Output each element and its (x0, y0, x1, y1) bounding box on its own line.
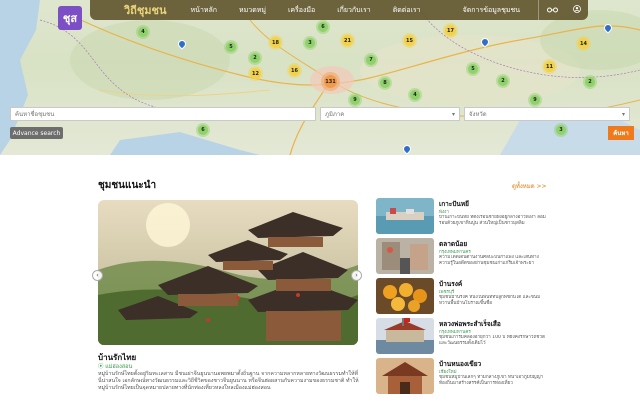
map-cluster[interactable]: 7 (366, 55, 376, 65)
map-cluster[interactable]: 9 (530, 95, 540, 105)
search-bar: ภูมิภาค ▾ จังหวัด ▾ (10, 107, 630, 121)
search-button[interactable]: ค้นหา (608, 126, 634, 140)
featured-image[interactable] (98, 200, 358, 345)
nav-link-about[interactable]: เกี่ยวกับเรา (337, 5, 370, 16)
list-item[interactable]: หลวงพ่อพระสำเร็จเสือ กรุงเทพมหานคร ชุมชน… (376, 318, 546, 354)
map-cluster[interactable]: 8 (380, 78, 390, 88)
item-province: เพชรบุรี (439, 290, 455, 295)
thumbnail (376, 198, 434, 234)
community-map[interactable]: 4 5 18 2 16 12 6 3 131 21 7 8 15 9 4 17 … (0, 0, 640, 155)
item-province: กรุงเทพมหานคร (439, 250, 471, 255)
main-navbar: วิถีชุมชน หน้าหลัก หมวดหมู่ เครื่องมือ เ… (90, 0, 588, 20)
advanced-search-button[interactable]: Advance search (10, 127, 63, 139)
map-cluster[interactable]: 16 (289, 65, 300, 76)
nav-link-categories[interactable]: หมวดหมู่ (239, 5, 266, 16)
item-description: ชุมชนบ้านรงค์ หนึ่งในพื้นที่ที่ปลูกพืชกิ… (439, 295, 541, 306)
item-description: ชุมชนหมู่บ้านเล็กๆ ท่ามกลางภูเขา ที่นำเอ… (439, 375, 544, 386)
map-cluster[interactable]: 21 (342, 35, 353, 46)
section-title: ชุมชนแนะนำ (98, 180, 157, 191)
list-item[interactable]: บ้านรงค์ เพชรบุรี ชุมชนบ้านรงค์ หนึ่งในพ… (376, 278, 546, 314)
map-cluster[interactable]: 6 (198, 125, 208, 135)
map-cluster[interactable]: 18 (270, 37, 281, 48)
item-province: เชียงใหม่ (439, 370, 457, 375)
thumbnail (376, 358, 434, 394)
nav-link-manage[interactable]: จัดการข้อมูลชุมชน (463, 5, 520, 16)
featured-province-label: แม่ฮ่องสอน (105, 364, 133, 370)
chevron-down-icon: ▾ (621, 110, 625, 118)
map-cluster[interactable]: 17 (445, 25, 456, 36)
nav-icon-group (538, 0, 588, 20)
map-cluster[interactable]: 11 (544, 61, 555, 72)
map-cluster[interactable]: 2 (250, 53, 260, 63)
item-description: บ้านเกาะปันหยี ที่ตั้งเรือนชายฝั่งอยู่กล… (439, 215, 546, 226)
nav-link-home[interactable]: หน้าหลัก (191, 5, 217, 16)
province-select[interactable]: จังหวัด ▾ (464, 107, 630, 121)
featured-description: หมู่บ้านรักษ์ไทยตั้งอยู่ริมทะเลสาบ มีชนเ… (98, 371, 359, 391)
site-logo[interactable]: ชุส (58, 6, 82, 30)
nav-link-contact[interactable]: ติดต่อเรา (393, 5, 421, 16)
map-cluster[interactable]: 4 (138, 27, 148, 37)
item-province: กรุงเทพมหานคร (439, 330, 471, 335)
glasses-icon[interactable] (546, 6, 558, 15)
chevron-left-icon: ‹ (96, 272, 99, 279)
thumbnail (376, 318, 434, 354)
item-province: พังงา (439, 210, 449, 215)
carousel-prev-button[interactable]: ‹ (92, 270, 103, 281)
region-select-label: ภูมิภาค (325, 111, 345, 118)
chevron-down-icon: ▾ (451, 110, 455, 118)
map-cluster[interactable]: 2 (585, 77, 595, 87)
map-cluster[interactable]: 3 (556, 125, 566, 135)
item-description: ชุมชนเก่าริมคลองอายุกว่า 100 ปี ที่ยังคง… (439, 335, 545, 346)
thumbnail (376, 278, 434, 314)
featured-province: ⦿ แม่ฮ่องสอน (98, 362, 132, 371)
thumbnail (376, 238, 434, 274)
map-cluster[interactable]: 2 (498, 76, 508, 86)
map-cluster[interactable]: 6 (318, 22, 328, 32)
map-cluster[interactable]: 3 (305, 38, 315, 48)
user-icon[interactable] (572, 5, 581, 15)
search-keyword-input[interactable] (10, 107, 316, 121)
carousel-next-button[interactable]: › (351, 270, 362, 281)
list-item[interactable]: ตลาดน้อย กรุงเทพมหานคร ความโดดเด่นด้านงา… (376, 238, 546, 274)
list-item[interactable]: บ้านหนองเขียว เชียงใหม่ ชุมชนหมู่บ้านเล็… (376, 358, 546, 394)
province-select-label: จังหวัด (469, 111, 487, 118)
map-cluster[interactable]: 9 (350, 95, 360, 105)
map-cluster[interactable]: 12 (250, 68, 261, 79)
region-select[interactable]: ภูมิภาค ▾ (320, 107, 460, 121)
map-cluster[interactable]: 131 (324, 75, 337, 88)
map-cluster[interactable]: 4 (410, 90, 420, 100)
location-pin-icon: ⦿ (98, 364, 104, 370)
map-cluster[interactable]: 5 (226, 42, 236, 52)
map-cluster[interactable]: 14 (578, 38, 589, 49)
chevron-right-icon: › (355, 272, 358, 279)
item-description: ความโดดเด่นด้านงานศิลปะบนกำแพง และเส้นทา… (439, 255, 539, 266)
map-cluster[interactable]: 5 (468, 64, 478, 74)
list-item[interactable]: เกาะปันหยี พังงา บ้านเกาะปันหยี ที่ตั้งเ… (376, 198, 546, 234)
brand-name[interactable]: วิถีชุมชน (124, 1, 167, 19)
nav-link-tools[interactable]: เครื่องมือ (288, 5, 315, 16)
map-cluster[interactable]: 15 (404, 35, 415, 46)
see-all-link[interactable]: ดูทั้งหมด >> (512, 181, 547, 191)
